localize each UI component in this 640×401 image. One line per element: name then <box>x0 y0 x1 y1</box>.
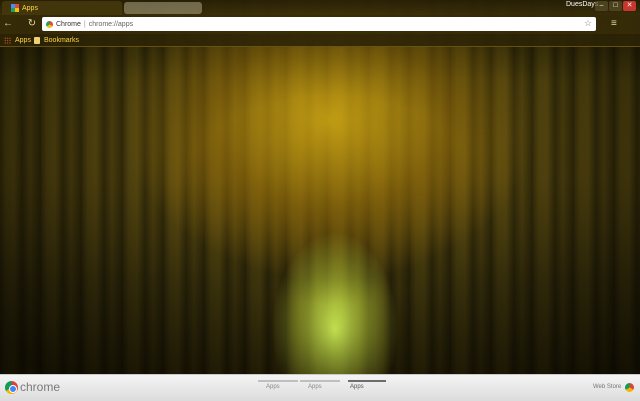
minimize-button[interactable]: – <box>595 1 608 11</box>
bookmarks-bar: Apps Bookmarks <box>0 34 640 47</box>
apps-grid-icon <box>4 36 11 44</box>
new-tab-button[interactable] <box>124 2 202 14</box>
back-arrow-icon[interactable]: ← <box>2 18 14 30</box>
bookmark-folder-bookmarks[interactable]: Bookmarks <box>34 34 79 46</box>
bookmark-star-icon[interactable]: ☆ <box>584 18 592 29</box>
page-tab-label[interactable]: Apps <box>266 384 280 390</box>
reload-icon[interactable]: ↻ <box>26 18 38 30</box>
chrome-wordmark: chrome <box>20 380 61 394</box>
maximize-button[interactable]: □ <box>609 1 622 11</box>
folder-icon <box>34 36 40 44</box>
page-tab-label-active[interactable]: Apps <box>350 384 364 390</box>
web-store-link[interactable]: Web Store <box>593 384 621 390</box>
chrome-page-icon <box>46 20 53 28</box>
tab-apps[interactable]: Apps <box>2 1 122 15</box>
toolbar: ← ↻ Chrome | chrome://apps ☆ ≡ <box>0 15 640 34</box>
page-indicator-2[interactable] <box>300 380 340 382</box>
wallpaper-vignette <box>0 0 640 400</box>
chrome-logo-icon <box>5 381 18 394</box>
apps-page-footer: chrome Apps Apps Apps Web Store <box>0 374 640 401</box>
bookmark-label: Bookmarks <box>44 36 80 44</box>
page-indicator-1[interactable] <box>258 380 298 382</box>
profile-name[interactable]: DuesDays <box>566 1 598 8</box>
bookmark-apps[interactable]: Apps <box>4 34 31 46</box>
page-tab-label[interactable]: Apps <box>308 384 322 390</box>
omnibox-separator: | <box>83 20 86 28</box>
web-store-icon[interactable] <box>625 383 634 392</box>
address-bar[interactable]: Chrome | chrome://apps ☆ <box>42 17 596 31</box>
omnibox-site-label: Chrome <box>56 20 81 28</box>
menu-icon[interactable]: ≡ <box>611 18 617 30</box>
apps-tab-favicon-icon <box>11 4 19 12</box>
tab-strip: Apps DuesDays – □ ✕ <box>0 0 640 15</box>
tab-title: Apps <box>22 4 38 12</box>
bookmark-label: Apps <box>15 36 31 44</box>
page-indicator-3-active[interactable] <box>348 380 386 382</box>
close-button[interactable]: ✕ <box>623 1 636 11</box>
omnibox-url[interactable]: chrome://apps <box>89 21 133 28</box>
